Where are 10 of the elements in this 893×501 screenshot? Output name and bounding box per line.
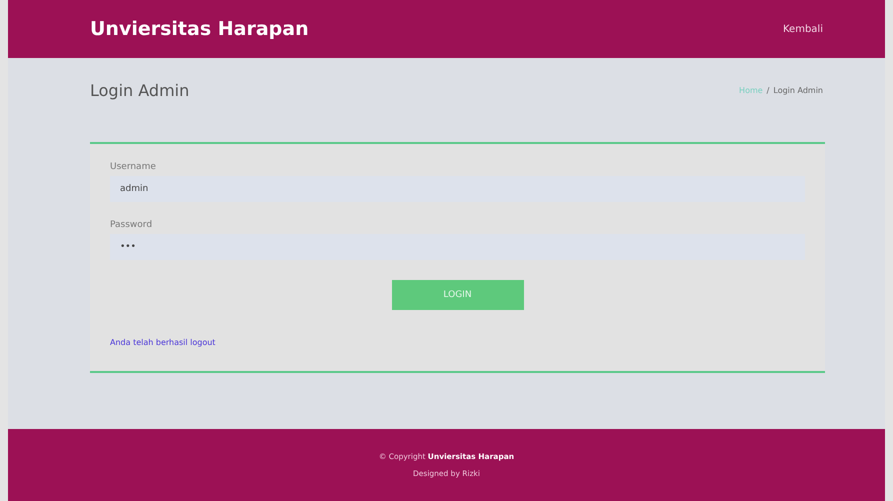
breadcrumb-separator: / [766,86,770,94]
breadcrumb-current: Login Admin [773,86,823,94]
back-link[interactable]: Kembali [783,24,823,34]
input-field[interactable]: ••• [110,234,805,260]
site-title: Unviersitas Harapan [90,18,309,40]
field-label: Password [110,220,154,230]
page-title: Login Admin [90,80,190,100]
input-field[interactable]: admin [110,176,805,202]
field-label: Username [110,162,157,172]
logout-message: Anda telah berhasil logout [110,338,216,347]
